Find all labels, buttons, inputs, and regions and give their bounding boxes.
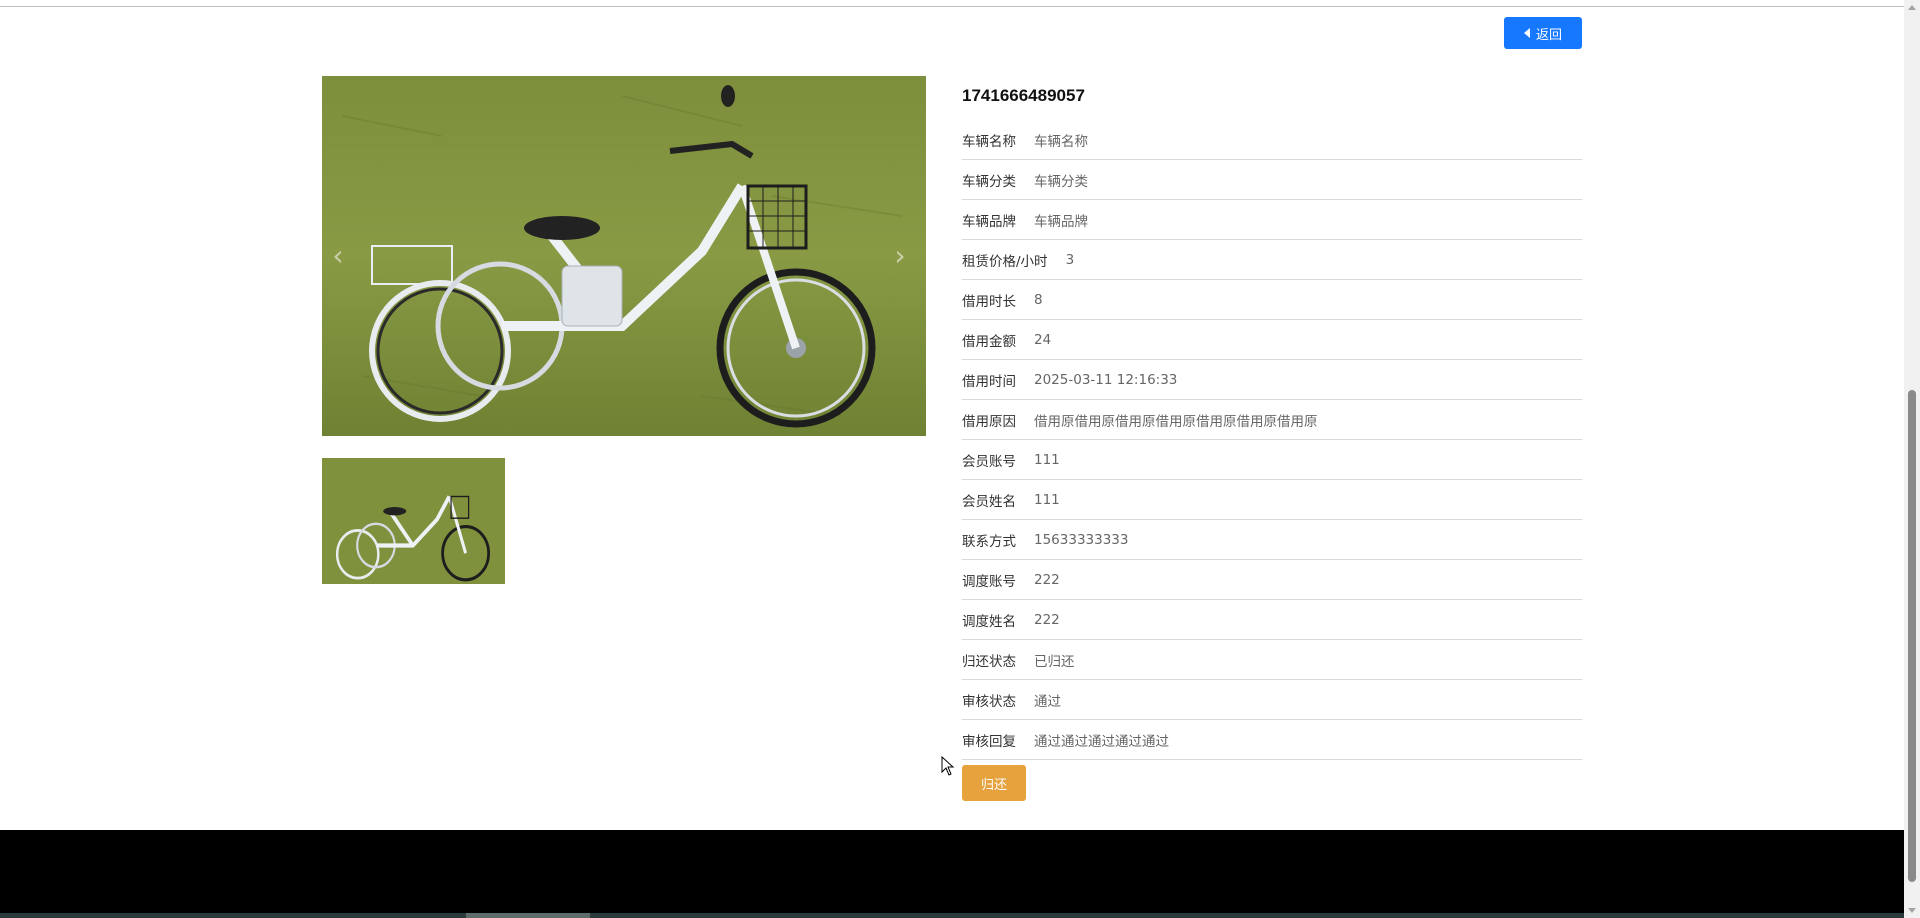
image-thumbnail[interactable]: [322, 458, 505, 584]
detail-row-value: 222: [1034, 571, 1060, 588]
caret-left-icon: [1523, 28, 1530, 38]
detail-row: 审核回复 通过通过通过通过通过: [962, 720, 1582, 760]
detail-row-label: 借用时长: [962, 293, 1016, 310]
detail-row: 借用原因 借用原借用原借用原借用原借用原借用原借用原: [962, 400, 1582, 440]
detail-row: 会员姓名 111: [962, 480, 1582, 520]
return-button-label: 归还: [980, 777, 1007, 793]
detail-row: 联系方式 15633333333: [962, 520, 1582, 560]
detail-row-label: 归还状态: [962, 653, 1016, 670]
carousel-prev-icon[interactable]: ‹: [328, 236, 348, 276]
detail-row-label: 调度账号: [962, 573, 1016, 590]
detail-row-label: 联系方式: [962, 533, 1016, 550]
detail-row: 会员账号 111: [962, 440, 1582, 480]
taskbar-active-item[interactable]: [466, 913, 590, 918]
detail-row-value: 车辆品牌: [1034, 213, 1088, 230]
detail-row-value: 3: [1065, 251, 1075, 268]
detail-row: 归还状态 已归还: [962, 640, 1582, 680]
scroll-thumb[interactable]: [1908, 390, 1916, 882]
detail-row-label: 审核状态: [962, 693, 1016, 710]
detail-row-value: 15633333333: [1034, 531, 1129, 548]
rental-detail-panel: 1741666489057 车辆名称 车辆名称车辆分类 车辆分类车辆品牌 车辆品牌租赁…: [962, 84, 1582, 760]
scroll-up-icon[interactable]: [1908, 5, 1916, 10]
detail-row: 借用时长 8: [962, 280, 1582, 320]
detail-row-value: 222: [1034, 611, 1060, 628]
detail-row-value: 借用原借用原借用原借用原借用原借用原借用原: [1034, 413, 1318, 430]
detail-row: 车辆品牌 车辆品牌: [962, 200, 1582, 240]
back-button-label: 返回: [1535, 27, 1562, 43]
detail-row: 借用时间 2025-03-11 12:16:33: [962, 360, 1582, 400]
detail-row-value: 通过: [1034, 693, 1061, 710]
order-number: 1741666489057: [962, 86, 1085, 105]
mouse-cursor-icon: [941, 756, 955, 776]
detail-row-value: 2025-03-11 12:16:33: [1034, 371, 1178, 388]
detail-row-label: 会员姓名: [962, 493, 1016, 510]
detail-row-label: 车辆品牌: [962, 213, 1016, 230]
detail-row: 车辆分类 车辆分类: [962, 160, 1582, 200]
detail-row-label: 调度姓名: [962, 613, 1016, 630]
detail-row-label: 租赁价格/小时: [962, 253, 1048, 270]
detail-row-value: 8: [1034, 291, 1043, 308]
back-button[interactable]: 返回: [1504, 17, 1582, 49]
top-divider: [0, 6, 1904, 7]
detail-row-label: 借用原因: [962, 413, 1016, 430]
detail-row: 借用金额 24: [962, 320, 1582, 360]
return-button[interactable]: 归还: [962, 765, 1026, 801]
page: 返回 ‹ › 1741666489057 车辆名称 车辆名称 车辆分类 车辆分类…: [0, 0, 1904, 918]
taskbar-strip: [0, 913, 1904, 918]
detail-row-value: 111: [1034, 451, 1060, 468]
detail-row: 审核状态 通过: [962, 680, 1582, 720]
tricycle-photo: [322, 76, 926, 436]
scroll-down-icon[interactable]: [1908, 908, 1916, 913]
detail-row-label: 车辆分类: [962, 173, 1016, 190]
vertical-scrollbar[interactable]: [1904, 0, 1920, 918]
detail-row-label: 车辆名称: [962, 133, 1016, 150]
detail-row-value: 车辆名称: [1034, 133, 1088, 150]
detail-row: 调度姓名 222: [962, 600, 1582, 640]
detail-row: 车辆名称 车辆名称: [962, 120, 1582, 160]
detail-row-label: 借用金额: [962, 333, 1016, 350]
page-footer: [0, 830, 1904, 918]
detail-row-value: 通过通过通过通过通过: [1034, 733, 1169, 750]
tricycle-thumbnail-photo: [322, 458, 505, 584]
detail-row: 调度账号 222: [962, 560, 1582, 600]
detail-row-value: 24: [1034, 331, 1052, 348]
detail-row: 租赁价格/小时 3: [962, 240, 1582, 280]
main-product-image: ‹ ›: [322, 76, 926, 436]
detail-row-label: 审核回复: [962, 733, 1016, 750]
detail-row-value: 车辆分类: [1034, 173, 1088, 190]
carousel-next-icon[interactable]: ›: [890, 236, 910, 276]
detail-row-label: 会员账号: [962, 453, 1016, 470]
detail-row-value: 已归还: [1034, 653, 1075, 670]
detail-row-value: 111: [1034, 491, 1060, 508]
detail-row-label: 借用时间: [962, 373, 1016, 390]
